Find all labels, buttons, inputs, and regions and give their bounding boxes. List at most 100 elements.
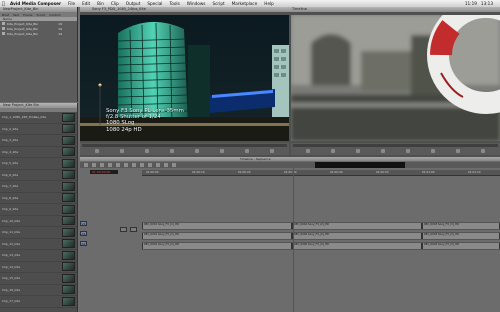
timeline-clip[interactable]: REC_0003 Sony_F3_(3)_HD xyxy=(422,233,500,239)
clip-row[interactable]: Clip_14_kite xyxy=(0,262,77,273)
bin-row-name: Kite_Project_Kite_Bin xyxy=(7,21,39,26)
menu-edit[interactable]: Edit xyxy=(82,1,90,6)
tab-custom[interactable]: Custom xyxy=(49,13,61,17)
clip-list: Clip_1_1080_24P_ProRes_kite Clip_2_kite Cl… xyxy=(0,112,77,308)
menu-bin[interactable]: Bin xyxy=(97,1,104,6)
record-monitor[interactable] xyxy=(291,15,500,141)
timeline-playhead[interactable] xyxy=(293,168,294,312)
step-forward-button[interactable] xyxy=(406,149,411,153)
menu-clip[interactable]: Clip xyxy=(111,1,119,6)
clip-row[interactable]: Clip_17_kite xyxy=(0,296,77,308)
bin-icon xyxy=(2,32,5,35)
menu-file[interactable]: File xyxy=(68,1,75,6)
bin-row[interactable]: Kite_Project_Kite_Bin 19 xyxy=(0,31,77,36)
clip-row[interactable]: Clip_10_kite xyxy=(0,216,77,227)
mark-in-button[interactable] xyxy=(94,149,99,153)
tool-button[interactable] xyxy=(84,163,88,167)
video-track[interactable]: REC_0001 Sony_F3_(1)_HD REC_0002 Sony_F3… xyxy=(142,222,500,230)
splice-button[interactable] xyxy=(220,149,225,153)
clip-row[interactable]: Clip_13_kite xyxy=(0,250,77,262)
menu-marketplace[interactable]: Marketplace xyxy=(232,1,258,6)
tool-button[interactable] xyxy=(100,163,104,167)
step-forward-button[interactable] xyxy=(195,149,200,153)
clips-bin: New Project_Kite Bin Clip_1_1080_24P_Pro… xyxy=(0,103,78,312)
tool-button[interactable] xyxy=(148,163,152,167)
play-button[interactable] xyxy=(144,149,149,153)
timeline-clip[interactable]: REC_0001 Sony_F3_(1)_HD xyxy=(142,233,292,239)
timeline-clip[interactable]: REC_0003 Sony_F3_(3)_HD xyxy=(422,243,500,249)
clip-row[interactable]: Clip_9_kite xyxy=(0,204,77,216)
clip-row[interactable]: Clip_12_kite xyxy=(0,239,77,250)
tool-button[interactable] xyxy=(164,163,168,167)
tab-frame[interactable]: Frame xyxy=(23,13,32,17)
source-monitor[interactable]: Sony F3 Sony PL Lens 35mm f/2.8 Shutter … xyxy=(80,15,289,141)
audio-track-2[interactable]: REC_0001 Sony_F3_(1)_HD REC_0002 Sony_F3… xyxy=(142,242,500,250)
timeline-clip[interactable]: REC_0001 Sony_F3_(1)_HD xyxy=(142,223,292,229)
mark-in-button[interactable] xyxy=(305,149,310,153)
clip-label: REC_0003 Sony_F3_(3)_HD xyxy=(424,223,460,226)
timeline-clip[interactable]: REC_0003 Sony_F3_(3)_HD xyxy=(422,223,500,229)
tab-script[interactable]: Script xyxy=(36,13,45,17)
clip-row[interactable]: Clip_6_kite xyxy=(0,170,77,181)
tool-button[interactable] xyxy=(156,163,160,167)
ruler-tick: 01:00:10 xyxy=(192,170,205,174)
clear-marks-button[interactable] xyxy=(270,149,275,153)
overwrite-button[interactable] xyxy=(245,149,250,153)
clip-row[interactable]: Clip_8_kite xyxy=(0,193,77,204)
clip-row[interactable]: Clip_16_kite xyxy=(0,285,77,296)
track-label-v1[interactable]: V1 xyxy=(80,221,87,226)
menu-windows[interactable]: Windows xyxy=(187,1,206,6)
apple-menu-icon[interactable]:  xyxy=(2,1,5,7)
timeline-clip[interactable]: REC_0002 Sony_F3_(2)_HD xyxy=(292,233,422,239)
clip-row[interactable]: Clip_2_kite xyxy=(0,124,77,135)
composer-window: Sony F3_PDD_1080_24fps_Kite Timeline Son… xyxy=(80,7,500,157)
clip-row[interactable]: Clip_11_kite xyxy=(0,227,77,239)
mark-out-button[interactable] xyxy=(119,149,124,153)
source-position-bar[interactable] xyxy=(82,144,287,147)
ruler-tick: 01:00:30 xyxy=(284,170,297,174)
track-label-a2[interactable]: A2 xyxy=(80,241,87,246)
timeline-clip[interactable]: REC_0002 Sony_F3_(2)_HD xyxy=(292,223,422,229)
clip-thumbnail xyxy=(62,204,75,214)
tab-text[interactable]: Text xyxy=(13,13,19,17)
clip-row[interactable]: Clip_15_kite xyxy=(0,273,77,285)
tool-button[interactable] xyxy=(132,163,136,167)
extract-button[interactable] xyxy=(456,149,461,153)
trim-button[interactable] xyxy=(481,149,486,153)
lift-button[interactable] xyxy=(431,149,436,153)
track-patch[interactable] xyxy=(120,227,127,232)
clip-row[interactable]: Clip_1_1080_24P_ProRes_kite xyxy=(0,112,77,124)
tool-button[interactable] xyxy=(172,163,176,167)
audio-track-1[interactable]: REC_0001 Sony_F3_(1)_HD REC_0002 Sony_F3… xyxy=(142,232,500,240)
menu-script[interactable]: Script xyxy=(212,1,224,6)
play-button[interactable] xyxy=(355,149,360,153)
record-position-bar[interactable] xyxy=(293,144,498,147)
timeline-ruler[interactable]: 01:00:00 01:00:10 01:00:20 01:00:30 01:0… xyxy=(142,170,500,176)
ruler-tick: 01:00:00 xyxy=(146,170,159,174)
mark-out-button[interactable] xyxy=(330,149,335,153)
tool-button[interactable] xyxy=(140,163,144,167)
menu-output[interactable]: Output xyxy=(126,1,141,6)
bin-row-value: 19 xyxy=(58,31,62,36)
step-back-button[interactable] xyxy=(380,149,385,153)
clip-row[interactable]: Clip_3_kite xyxy=(0,135,77,147)
menu-tools[interactable]: Tools xyxy=(169,1,179,6)
tool-button[interactable] xyxy=(116,163,120,167)
clip-row[interactable]: Clip_4_kite xyxy=(0,147,77,158)
clip-row[interactable]: Clip_7_kite xyxy=(0,181,77,193)
tool-button[interactable] xyxy=(92,163,96,167)
menu-help[interactable]: Help xyxy=(264,1,274,6)
timeline-clip[interactable]: REC_0002 Sony_F3_(2)_HD xyxy=(292,243,422,249)
tool-button[interactable] xyxy=(108,163,112,167)
tool-button[interactable] xyxy=(124,163,128,167)
track-label-a1[interactable]: A1 xyxy=(80,231,87,236)
timeline-clip[interactable]: REC_0001 Sony_F3_(1)_HD xyxy=(142,243,292,249)
track-patch[interactable] xyxy=(130,227,137,232)
menu-special[interactable]: Special xyxy=(147,1,162,6)
timecode-display[interactable]: 01:00:00:00 xyxy=(90,170,118,174)
composer-title-bar: Sony F3_PDD_1080_24fps_Kite Timeline xyxy=(80,7,500,12)
app-name[interactable]: Avid Media Composer xyxy=(10,1,61,6)
step-back-button[interactable] xyxy=(169,149,174,153)
tab-brief[interactable]: Brief xyxy=(2,13,9,17)
clip-row[interactable]: Clip_5_kite xyxy=(0,158,77,170)
